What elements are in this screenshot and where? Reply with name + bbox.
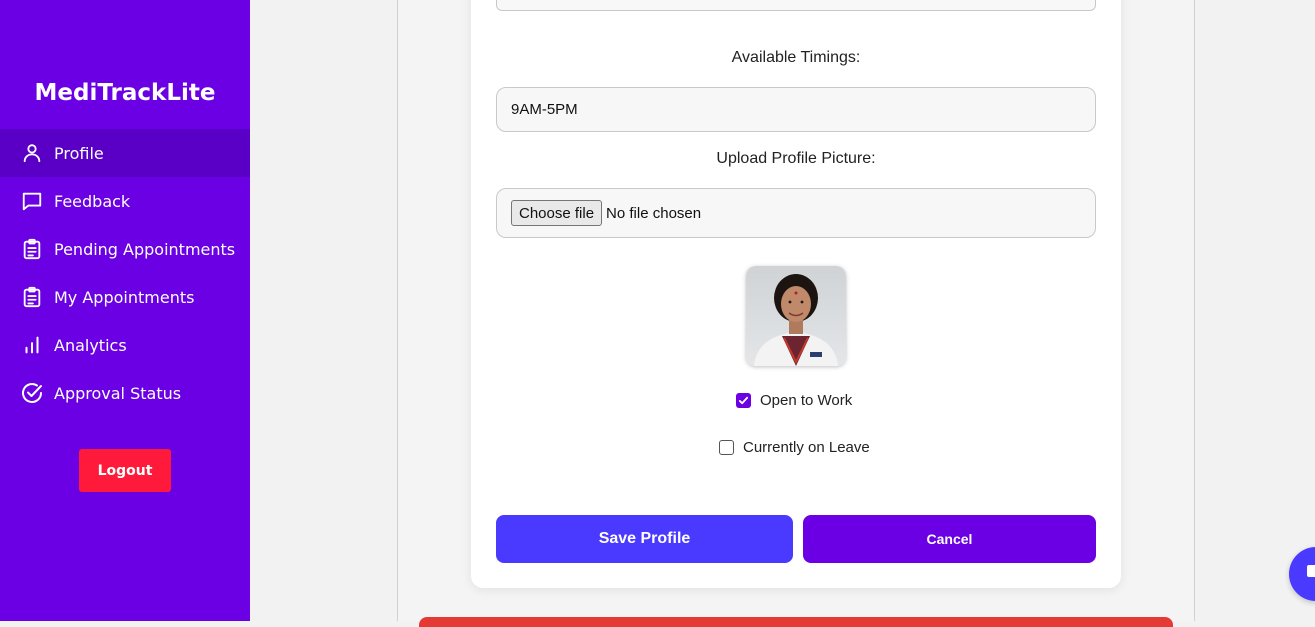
next-section-card-edge (419, 617, 1173, 627)
sidebar-item-pending-appointments[interactable]: Pending Appointments (0, 225, 250, 273)
profile-picture-input[interactable]: Choose file No file chosen (496, 188, 1096, 238)
sidebar-item-profile[interactable]: Profile (0, 129, 250, 177)
profile-photo (746, 266, 846, 366)
open-to-work-row[interactable]: Open to Work (736, 392, 852, 409)
logout-button[interactable]: Logout (79, 449, 171, 492)
sidebar: MediTrackLite Profile Feedback Pending A… (0, 0, 250, 621)
sidebar-item-label: Profile (54, 143, 104, 163)
choose-file-button[interactable]: Choose file (511, 200, 603, 226)
sidebar-item-label: Feedback (54, 191, 131, 211)
message-square-icon (20, 189, 44, 213)
cancel-button[interactable]: Cancel (803, 515, 1096, 563)
sidebar-item-my-appointments[interactable]: My Appointments (0, 273, 250, 321)
sidebar-item-label: Approval Status (54, 383, 182, 403)
on-leave-row[interactable]: Currently on Leave (719, 439, 870, 456)
sidebar-item-analytics[interactable]: Analytics (0, 321, 250, 369)
sidebar-item-label: Pending Appointments (54, 239, 236, 259)
timings-value: 9AM-5PM (511, 101, 578, 118)
check-circle-icon (20, 381, 44, 405)
on-leave-label: Currently on Leave (743, 439, 870, 456)
user-icon (20, 141, 44, 165)
bar-chart-icon (20, 333, 44, 357)
brand-title: MediTrackLite (34, 80, 216, 106)
sidebar-item-label: Analytics (54, 335, 127, 355)
open-to-work-label: Open to Work (760, 392, 853, 409)
bio-textarea[interactable] (496, 0, 1096, 11)
timings-input[interactable]: 9AM-5PM (496, 87, 1096, 132)
sidebar-item-feedback[interactable]: Feedback (0, 177, 250, 225)
clipboard-icon (20, 237, 44, 261)
sidebar-nav: Profile Feedback Pending Appointments My… (0, 129, 250, 417)
clipboard-icon (20, 285, 44, 309)
file-status-text: No file chosen (606, 204, 702, 222)
timings-label: Available Timings: (731, 49, 861, 66)
open-to-work-checkbox[interactable] (736, 393, 751, 408)
sidebar-item-label: My Appointments (54, 287, 195, 307)
save-profile-button[interactable]: Save Profile (496, 515, 793, 563)
chat-button[interactable] (1289, 547, 1315, 601)
chat-icon (1307, 565, 1315, 577)
upload-label: Upload Profile Picture: (716, 150, 876, 167)
sidebar-item-approval-status[interactable]: Approval Status (0, 369, 250, 417)
on-leave-checkbox[interactable] (719, 440, 734, 455)
